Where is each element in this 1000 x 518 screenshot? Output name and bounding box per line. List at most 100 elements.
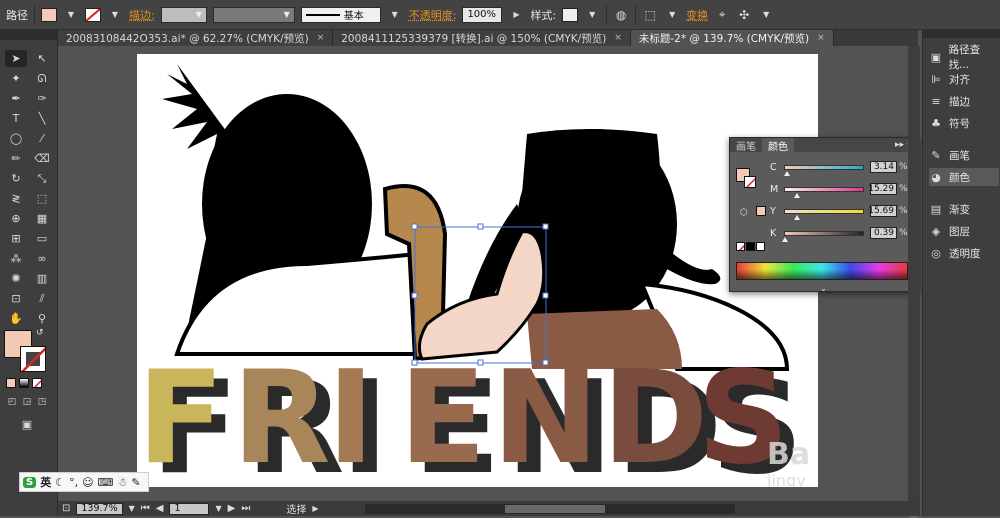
swap-colors-icon[interactable]: ↺ xyxy=(36,328,44,338)
slider-track[interactable] xyxy=(782,230,864,242)
chevron-down-icon[interactable]: ▼ xyxy=(758,7,774,23)
dock-item-color[interactable]: ◕ 颜色 xyxy=(929,168,999,186)
friends-lettering[interactable]: FF RR II EE NN DD SS xyxy=(137,344,803,487)
letter-i[interactable]: I xyxy=(327,344,375,487)
close-icon[interactable]: × xyxy=(614,33,622,43)
column-graph-tool-icon[interactable]: ▥ xyxy=(31,270,53,287)
perspective-grid-tool-icon[interactable]: ▦ xyxy=(31,210,53,227)
keyboard-icon[interactable]: ⌨ xyxy=(98,476,114,489)
ime-language[interactable]: 英 xyxy=(40,474,51,490)
line-tool-icon[interactable]: ╲ xyxy=(31,110,53,127)
slider-value-input[interactable]: 15.29 xyxy=(868,183,897,195)
letter-f[interactable]: F xyxy=(137,344,224,487)
chevron-down-icon[interactable]: ▼ xyxy=(664,7,680,23)
stroke-label[interactable]: 描边: xyxy=(129,7,155,23)
transform-label[interactable]: 变换 xyxy=(686,7,708,23)
pencil-tool-icon[interactable]: ✏ xyxy=(5,150,27,167)
gradient-tool-icon[interactable]: ▭ xyxy=(31,230,53,247)
arrange-icon[interactable]: ✣ xyxy=(736,7,752,23)
slider-thumb[interactable] xyxy=(782,236,789,242)
selection-tool-icon[interactable]: ➤ xyxy=(5,50,27,67)
tab-document-1[interactable]: 20083108442O353.ai* @ 62.27% (CMYK/预览) × xyxy=(58,30,334,46)
artboard-navigator-icon[interactable]: ⊡ xyxy=(62,503,70,514)
sogou-logo-icon[interactable]: S xyxy=(23,476,37,488)
isolate-icon[interactable]: ⌖ xyxy=(714,7,730,23)
shape-builder-tool-icon[interactable]: ⊕ xyxy=(5,210,27,227)
color-spectrum-bar[interactable] xyxy=(736,262,908,280)
zoom-field[interactable]: 139.7% xyxy=(76,502,123,515)
artwork-illustration[interactable]: FF RR II EE NN DD SS Ba jingy xyxy=(137,54,818,487)
artboard-tool-icon[interactable]: ⊡ xyxy=(5,290,27,307)
zoom-tool-icon[interactable]: ⚲ xyxy=(31,310,53,327)
chevron-down-icon[interactable]: ▼ xyxy=(387,7,403,23)
tab-document-3[interactable]: 未标题-2* @ 139.7% (CMYK/预览) × xyxy=(630,30,834,46)
opacity-input[interactable]: 100% xyxy=(462,6,503,23)
close-icon[interactable]: × xyxy=(317,33,325,43)
chevron-right-icon[interactable]: ▶ xyxy=(508,7,524,23)
slider-value-input[interactable]: 15.69 xyxy=(868,205,897,217)
direct-selection-tool-icon[interactable]: ↖ xyxy=(31,50,53,67)
artboard[interactable]: FFRRIIEENNDDSS Ba jingy xyxy=(137,54,818,487)
color-mode-icon[interactable] xyxy=(6,378,16,388)
magic-wand-tool-icon[interactable]: ✦ xyxy=(5,70,27,87)
tab-color[interactable]: 颜色 xyxy=(762,138,794,153)
draw-inside-icon[interactable]: ◳ xyxy=(36,396,48,408)
slider-value-input[interactable]: 0.39 xyxy=(870,227,897,239)
dock-item-transparency[interactable]: ◎ 透明度 xyxy=(929,244,999,262)
letter-r[interactable]: R xyxy=(232,344,331,487)
fill-stroke-mini[interactable] xyxy=(736,158,758,188)
recolor-artwork-icon[interactable]: ◍ xyxy=(613,7,629,23)
first-page-icon[interactable]: ⏮ xyxy=(141,503,150,514)
black-swatch[interactable] xyxy=(746,242,755,251)
smile-icon[interactable]: ☺ xyxy=(82,476,93,489)
dock-item-layers[interactable]: ◈ 图层 xyxy=(929,222,999,240)
dock-item-align[interactable]: ⊫ 对齐 xyxy=(929,70,999,88)
page-field[interactable]: 1 xyxy=(169,502,210,515)
stroke-weight-dropdown[interactable]: ▼ xyxy=(160,6,207,23)
chevron-down-icon[interactable]: ▼ xyxy=(107,7,123,23)
curvature-tool-icon[interactable]: ✑ xyxy=(31,90,53,107)
letter-e[interactable]: E xyxy=(399,344,486,487)
mesh-tool-icon[interactable]: ⊞ xyxy=(5,230,27,247)
scale-tool-icon[interactable]: ⤡ xyxy=(31,170,53,187)
out-of-gamut-icon[interactable]: ⬡ xyxy=(740,208,748,218)
chevron-right-icon[interactable]: ▶ xyxy=(312,504,318,513)
user-icon[interactable]: ☃ xyxy=(117,476,127,489)
scroll-thumb[interactable] xyxy=(504,504,605,513)
blend-tool-icon[interactable]: ∞ xyxy=(31,250,53,267)
horizontal-scrollbar[interactable] xyxy=(364,503,735,514)
stroke-swatch[interactable] xyxy=(85,7,101,22)
slider-track[interactable] xyxy=(784,186,864,198)
dock-item-symbol[interactable]: ♣ 符号 xyxy=(929,114,999,132)
none-mode-icon[interactable] xyxy=(32,378,42,388)
tab-document-2[interactable]: 2008411125339379 [转换].ai @ 150% (CMYK/预览… xyxy=(333,30,631,46)
letter-n[interactable]: N xyxy=(492,344,599,487)
align-selection-icon[interactable]: ⬚ xyxy=(642,7,658,23)
lasso-tool-icon[interactable]: ᘏ xyxy=(31,70,53,87)
slider-thumb[interactable] xyxy=(784,170,791,176)
opacity-label[interactable]: 不透明度: xyxy=(409,7,457,23)
color-panel-header[interactable]: 画笔 颜色 ▸▸ ☰ xyxy=(730,138,919,153)
ellipse-tool-icon[interactable]: ◯ xyxy=(5,130,27,147)
draw-behind-icon[interactable]: ◲ xyxy=(21,396,33,408)
variable-width-dropdown[interactable]: ▼ xyxy=(212,6,295,23)
stroke-swatch[interactable] xyxy=(20,346,46,372)
prev-page-icon[interactable]: ◀ xyxy=(156,503,164,514)
wrench-icon[interactable]: ✎ xyxy=(131,476,140,489)
screen-mode-icon[interactable]: ▣ xyxy=(16,416,38,433)
slider-thumb[interactable] xyxy=(793,192,800,198)
slider-track[interactable] xyxy=(784,164,864,176)
eraser-tool-icon[interactable]: ⌫ xyxy=(31,150,53,167)
dock-header[interactable] xyxy=(923,30,1000,38)
gradient-mode-icon[interactable] xyxy=(19,378,29,388)
letter-d[interactable]: D xyxy=(602,344,708,487)
slider-m[interactable]: M 15.29% xyxy=(770,182,920,198)
stroke-swatch[interactable] xyxy=(744,176,756,188)
moon-icon[interactable]: ☾ xyxy=(55,476,65,489)
chevron-down-icon[interactable]: ▼ xyxy=(584,7,600,23)
dock-item-stroke[interactable]: ≡ 描边 xyxy=(929,92,999,110)
type-tool-icon[interactable]: T xyxy=(5,110,27,127)
close-icon[interactable]: × xyxy=(817,33,825,43)
draw-normal-icon[interactable]: ◰ xyxy=(6,396,18,408)
fill-stroke-proxy[interactable]: ↺ xyxy=(4,328,48,374)
